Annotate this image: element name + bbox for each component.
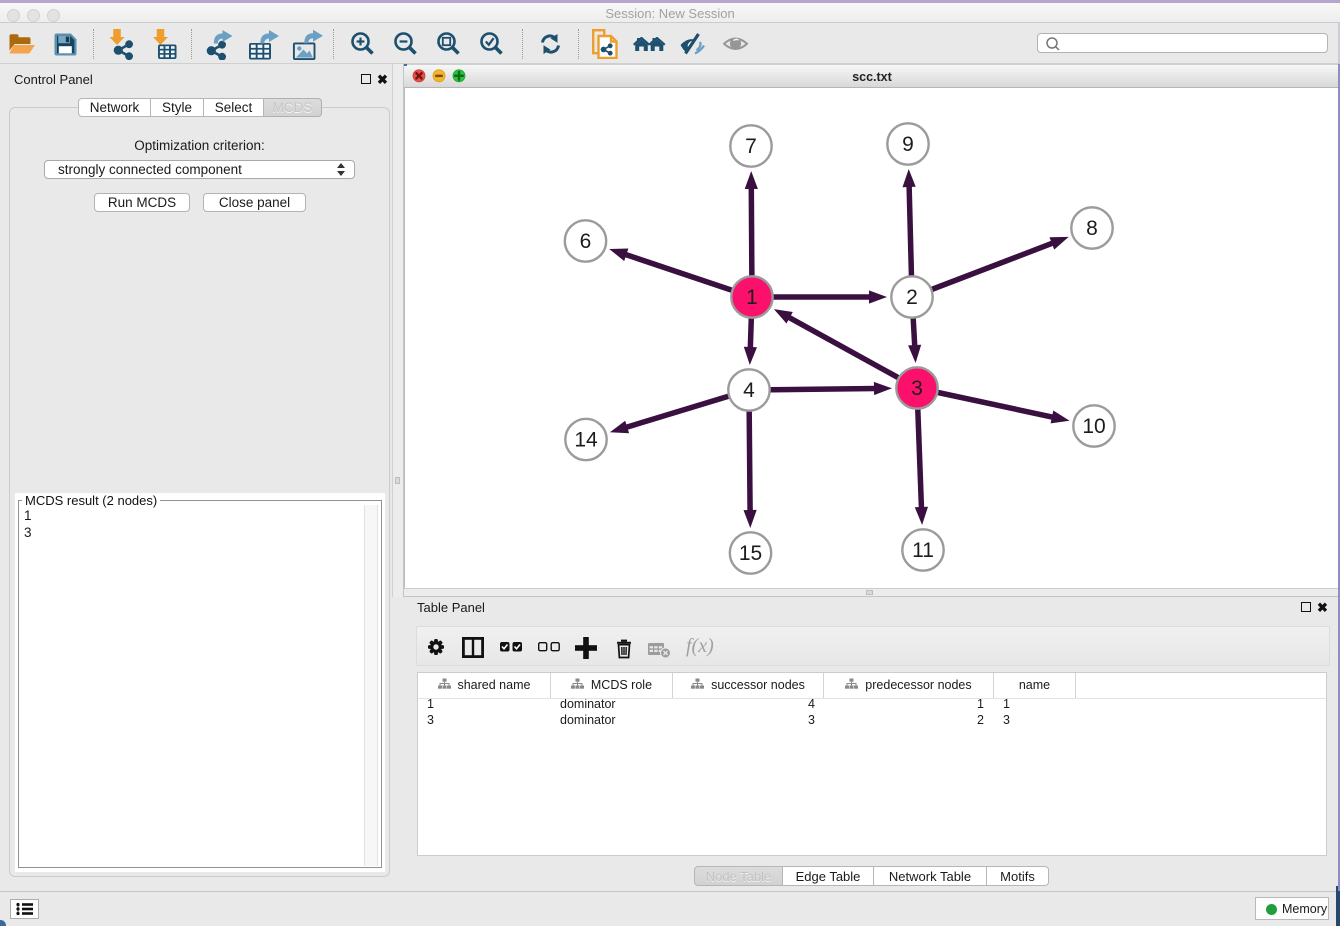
svg-text:15: 15 xyxy=(739,542,762,565)
svg-text:7: 7 xyxy=(745,135,757,158)
svg-text:2: 2 xyxy=(906,286,918,309)
svg-text:1: 1 xyxy=(746,286,758,309)
svg-text:14: 14 xyxy=(574,429,598,452)
svg-text:4: 4 xyxy=(743,379,755,402)
svg-text:6: 6 xyxy=(580,230,592,253)
svg-text:8: 8 xyxy=(1086,217,1098,240)
svg-text:11: 11 xyxy=(912,539,934,562)
svg-text:10: 10 xyxy=(1082,415,1105,438)
svg-text:3: 3 xyxy=(911,377,923,400)
svg-text:9: 9 xyxy=(902,133,914,156)
